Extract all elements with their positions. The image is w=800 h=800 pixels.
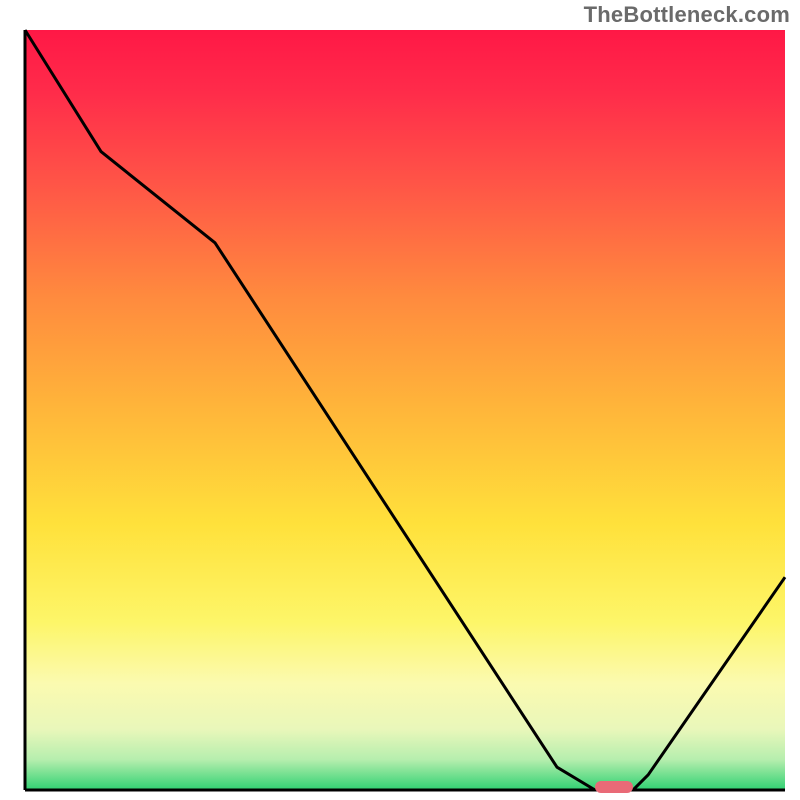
chart-svg xyxy=(0,0,800,800)
optimal-range-marker xyxy=(595,781,633,793)
gradient-background xyxy=(25,30,785,790)
bottleneck-chart: TheBottleneck.com xyxy=(0,0,800,800)
